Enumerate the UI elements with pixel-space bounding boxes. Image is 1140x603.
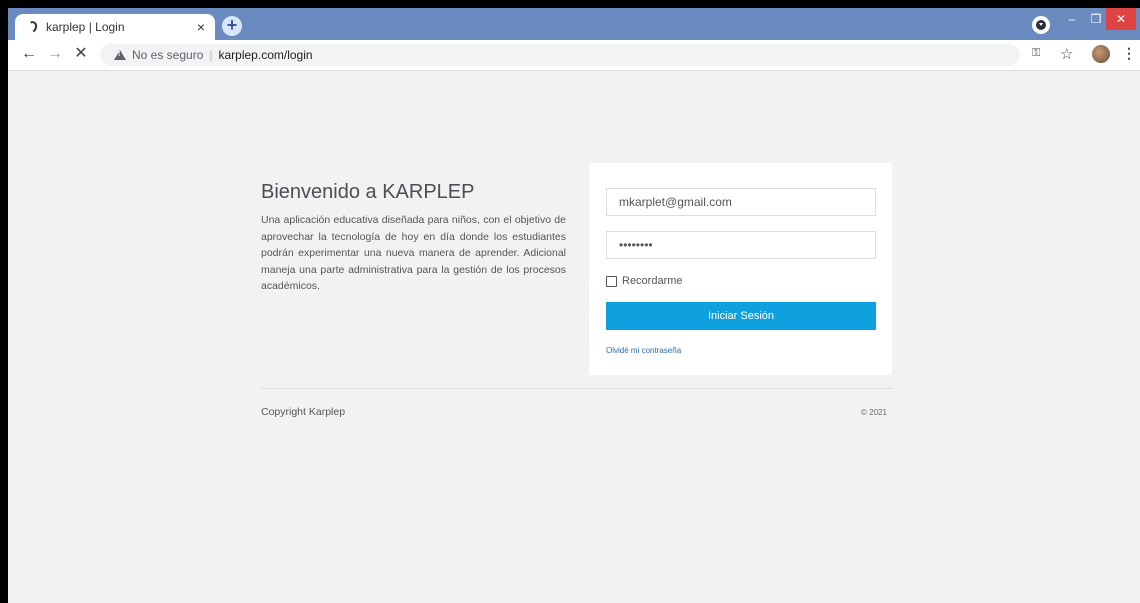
tab-title: karplep | Login bbox=[46, 20, 125, 34]
remember-me[interactable]: Recordarme bbox=[606, 275, 683, 287]
copyright-text: Copyright Karplep bbox=[261, 406, 346, 418]
password-field[interactable] bbox=[606, 231, 876, 259]
security-status[interactable]: No es seguro bbox=[132, 48, 203, 62]
remember-checkbox[interactable] bbox=[606, 275, 617, 287]
url-text[interactable]: karplep.com/login bbox=[219, 48, 313, 62]
warning-icon[interactable] bbox=[114, 50, 126, 60]
stop-loading-icon[interactable]: ✕ bbox=[72, 45, 90, 63]
browser-toolbar: ← → ✕ No es seguro | karplep.com/login ⚿… bbox=[8, 40, 1140, 71]
download-icon[interactable] bbox=[1032, 16, 1050, 34]
browser-tab[interactable]: karplep | Login × bbox=[15, 14, 215, 40]
page-title: Bienvenido a KARPLEP bbox=[261, 181, 475, 203]
bookmark-star-icon[interactable]: ☆ bbox=[1060, 45, 1073, 63]
address-separator: | bbox=[209, 48, 213, 62]
restore-button[interactable]: ❐ bbox=[1084, 8, 1108, 30]
login-button[interactable]: Iniciar Sesión bbox=[606, 302, 876, 330]
minimize-button[interactable]: – bbox=[1060, 8, 1084, 30]
address-bar[interactable]: No es seguro | karplep.com/login bbox=[100, 44, 1020, 66]
loading-spinner-icon bbox=[25, 19, 39, 35]
page-content: Bienvenido a KARPLEP Una aplicación educ… bbox=[8, 71, 1140, 603]
remember-label: Recordarme bbox=[622, 275, 683, 287]
back-arrow-icon[interactable]: ← bbox=[20, 45, 38, 63]
welcome-description: Una aplicación educativa diseñada para n… bbox=[261, 214, 566, 292]
title-bar: karplep | Login × + – ❐ ✕ bbox=[8, 8, 1140, 40]
login-card: Recordarme Iniciar Sesión Olvidé mi cont… bbox=[589, 163, 892, 375]
browser-window: karplep | Login × + – ❐ ✕ ← → ✕ No es se… bbox=[8, 8, 1140, 603]
copyright-year: © 2021 bbox=[861, 408, 887, 417]
new-tab-button[interactable]: + bbox=[222, 16, 242, 36]
forward-arrow-icon[interactable]: → bbox=[46, 45, 64, 63]
avatar[interactable] bbox=[1092, 45, 1110, 63]
tab-close-icon[interactable]: × bbox=[193, 19, 209, 35]
forgot-password-link[interactable]: Olvidé mi contraseña bbox=[606, 346, 681, 355]
key-icon[interactable]: ⚿ bbox=[1032, 47, 1040, 60]
footer-divider bbox=[261, 388, 893, 389]
menu-icon[interactable]: ⋮ bbox=[1122, 45, 1136, 62]
email-field[interactable] bbox=[606, 188, 876, 216]
window-close-button[interactable]: ✕ bbox=[1106, 8, 1136, 30]
